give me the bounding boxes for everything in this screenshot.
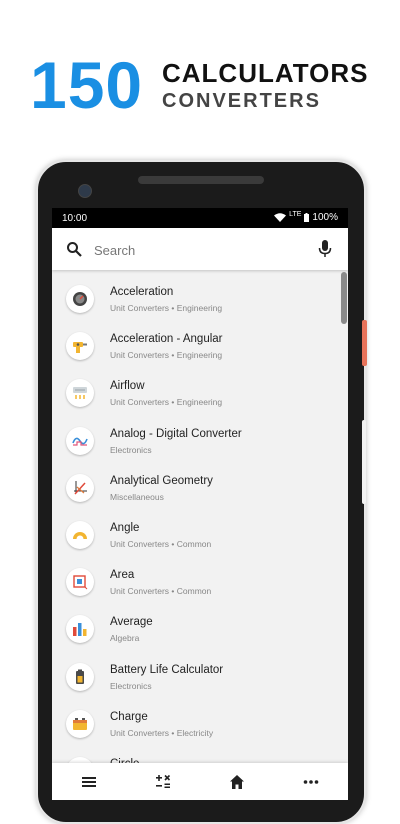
item-title: Analytical Geometry (110, 474, 213, 487)
speedometer-icon (66, 285, 94, 313)
item-title: Acceleration - Angular (110, 333, 223, 346)
menu-icon[interactable] (80, 773, 98, 791)
phone-speaker (138, 176, 264, 184)
calculator-icon[interactable] (154, 773, 172, 791)
status-time: 10:00 (62, 213, 88, 224)
item-subtitle: Electronics (110, 444, 152, 455)
list-item[interactable]: Battery Life Calculator Electronics (52, 658, 348, 705)
scrollbar-thumb[interactable] (341, 272, 347, 324)
list-item[interactable]: Angle Unit Converters • Common (52, 516, 348, 563)
item-title: Charge (110, 710, 148, 723)
air-vent-icon (66, 379, 94, 408)
item-subtitle: Algebra (110, 633, 140, 644)
list-item[interactable]: Acceleration - Angular Unit Converters •… (52, 327, 348, 374)
area-square-icon (66, 568, 94, 597)
side-button (362, 420, 366, 504)
battery-status-icon (304, 213, 310, 222)
battery-icon (66, 662, 94, 691)
side-button-accent (362, 320, 367, 366)
more-icon[interactable] (302, 773, 320, 791)
list-item[interactable]: Average Algebra (52, 610, 348, 657)
search-icon[interactable] (66, 241, 82, 257)
graph-axes-icon (66, 473, 94, 502)
item-title: Area (110, 569, 135, 582)
bottom-navigation (52, 763, 348, 800)
search-input[interactable] (92, 238, 306, 262)
item-title: Battery Life Calculator (110, 663, 224, 676)
list-item[interactable]: Airflow Unit Converters • Engineering (52, 374, 348, 421)
item-title: Angle (110, 521, 140, 534)
item-subtitle: Unit Converters • Engineering (110, 397, 223, 408)
promo-title: CALCULATORS (162, 58, 369, 88)
network-type: LTE (289, 211, 302, 218)
item-subtitle: Electronics (110, 680, 152, 691)
list-item[interactable]: Area Unit Converters • Common (52, 563, 348, 610)
list-item[interactable]: Analytical Geometry Miscellaneous (52, 469, 348, 516)
item-title: Analog - Digital Converter (110, 427, 242, 440)
drill-icon (66, 332, 94, 361)
list-item[interactable]: Charge Unit Converters • Electricity (52, 705, 348, 752)
item-subtitle: Unit Converters • Engineering (110, 303, 223, 313)
car-battery-icon (66, 709, 94, 738)
search-bar[interactable] (52, 228, 348, 270)
protractor-icon (66, 520, 94, 549)
item-subtitle: Unit Converters • Common (110, 586, 212, 597)
status-bar: 10:00 LTE 100% (52, 208, 348, 228)
microphone-icon[interactable] (318, 240, 332, 258)
battery-level: 100% (312, 212, 338, 223)
list-item[interactable]: Acceleration Unit Converters • Engineeri… (52, 280, 348, 327)
calculator-list: Acceleration Unit Converters • Engineeri… (52, 280, 348, 799)
status-icons: LTE 100% (274, 211, 338, 223)
camera-icon (78, 184, 92, 198)
item-subtitle: Unit Converters • Common (110, 538, 212, 549)
waveform-icon (66, 426, 94, 455)
bar-chart-icon (66, 615, 94, 644)
item-title: Average (110, 616, 153, 629)
app-screen: 10:00 LTE 100% Acceleration Unit Convert… (52, 208, 348, 800)
home-icon[interactable] (228, 773, 246, 791)
promo-count: 150 (30, 48, 144, 122)
item-subtitle: Unit Converters • Engineering (110, 350, 223, 361)
list-item[interactable]: Analog - Digital Converter Electronics (52, 422, 348, 469)
item-title: Acceleration (110, 286, 174, 298)
item-title: Airflow (110, 380, 145, 393)
promo-subtitle: CONVERTERS (162, 90, 321, 112)
item-subtitle: Unit Converters • Electricity (110, 727, 214, 738)
item-subtitle: Miscellaneous (110, 491, 164, 502)
wifi-icon (274, 213, 287, 222)
